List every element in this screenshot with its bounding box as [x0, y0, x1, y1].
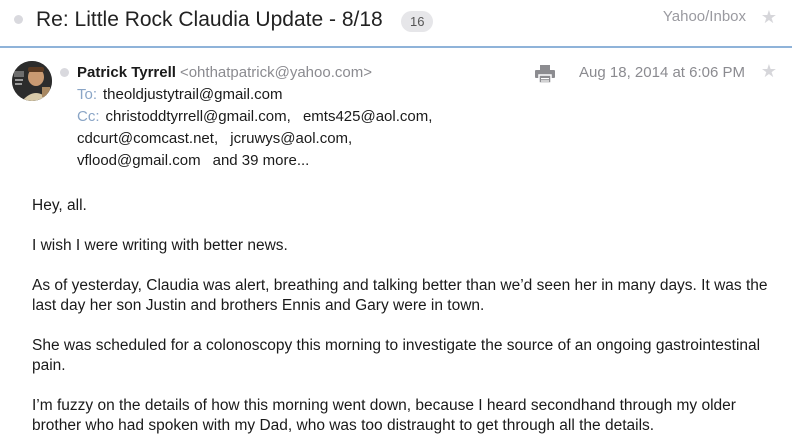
cc-recipient[interactable]: jcruwys@aol.com,: [230, 130, 352, 147]
body-paragraph: As of yesterday, Claudia was alert, brea…: [32, 277, 768, 314]
message-unread-dot[interactable]: [60, 68, 69, 77]
cc-recipient[interactable]: emts425@aol.com,: [303, 108, 432, 125]
sender-avatar: [12, 61, 52, 101]
message-star-icon[interactable]: ★: [761, 62, 777, 80]
message-date: Aug 18, 2014 at 6:06 PM: [579, 64, 745, 81]
sender-line: Patrick Tyrrell <ohthatpatrick@yahoo.com>: [77, 64, 372, 81]
thread-count-badge: 16: [401, 11, 434, 32]
body-paragraph: Hey, all.: [32, 197, 87, 214]
cc-recipient[interactable]: vflood@gmail.com: [77, 152, 201, 169]
body-paragraph: She was scheduled for a colonoscopy this…: [32, 337, 761, 374]
printer-icon[interactable]: [535, 65, 555, 84]
sender-name[interactable]: Patrick Tyrrell: [77, 64, 176, 81]
thread-unread-dot[interactable]: [14, 15, 23, 24]
message-body: Hey, all. I wish I were writing with bet…: [32, 196, 772, 439]
cc-line: cdcurt@comcast.net, jcruwys@aol.com,: [77, 130, 360, 147]
mailbox-label: Yahoo/Inbox: [662, 8, 746, 25]
cc-recipient[interactable]: christoddtyrrell@gmail.com,: [106, 108, 291, 125]
cc-label: Cc:: [77, 108, 100, 125]
body-paragraph: I’m fuzzy on the details of how this mor…: [32, 397, 736, 434]
to-line: To: theoldjustytrail@gmail.com: [77, 86, 290, 103]
cc-line: Cc: christoddtyrrell@gmail.com, emts425@a…: [77, 108, 440, 125]
to-recipient[interactable]: theoldjustytrail@gmail.com: [103, 86, 282, 103]
cc-line: vflood@gmail.com and 39 more...: [77, 152, 309, 169]
to-label: To:: [77, 86, 98, 103]
body-paragraph: I wish I were writing with better news.: [32, 237, 288, 254]
more-recipients-link[interactable]: and 39 more...: [213, 152, 310, 169]
cc-recipient[interactable]: cdcurt@comcast.net,: [77, 130, 218, 147]
sender-email[interactable]: <ohthatpatrick@yahoo.com>: [180, 64, 372, 81]
message-subject: Re: Little Rock Claudia Update - 8/18: [36, 8, 383, 31]
thread-star-icon[interactable]: ★: [761, 8, 777, 26]
message-header: Re: Little Rock Claudia Update - 8/18 16…: [0, 0, 792, 48]
